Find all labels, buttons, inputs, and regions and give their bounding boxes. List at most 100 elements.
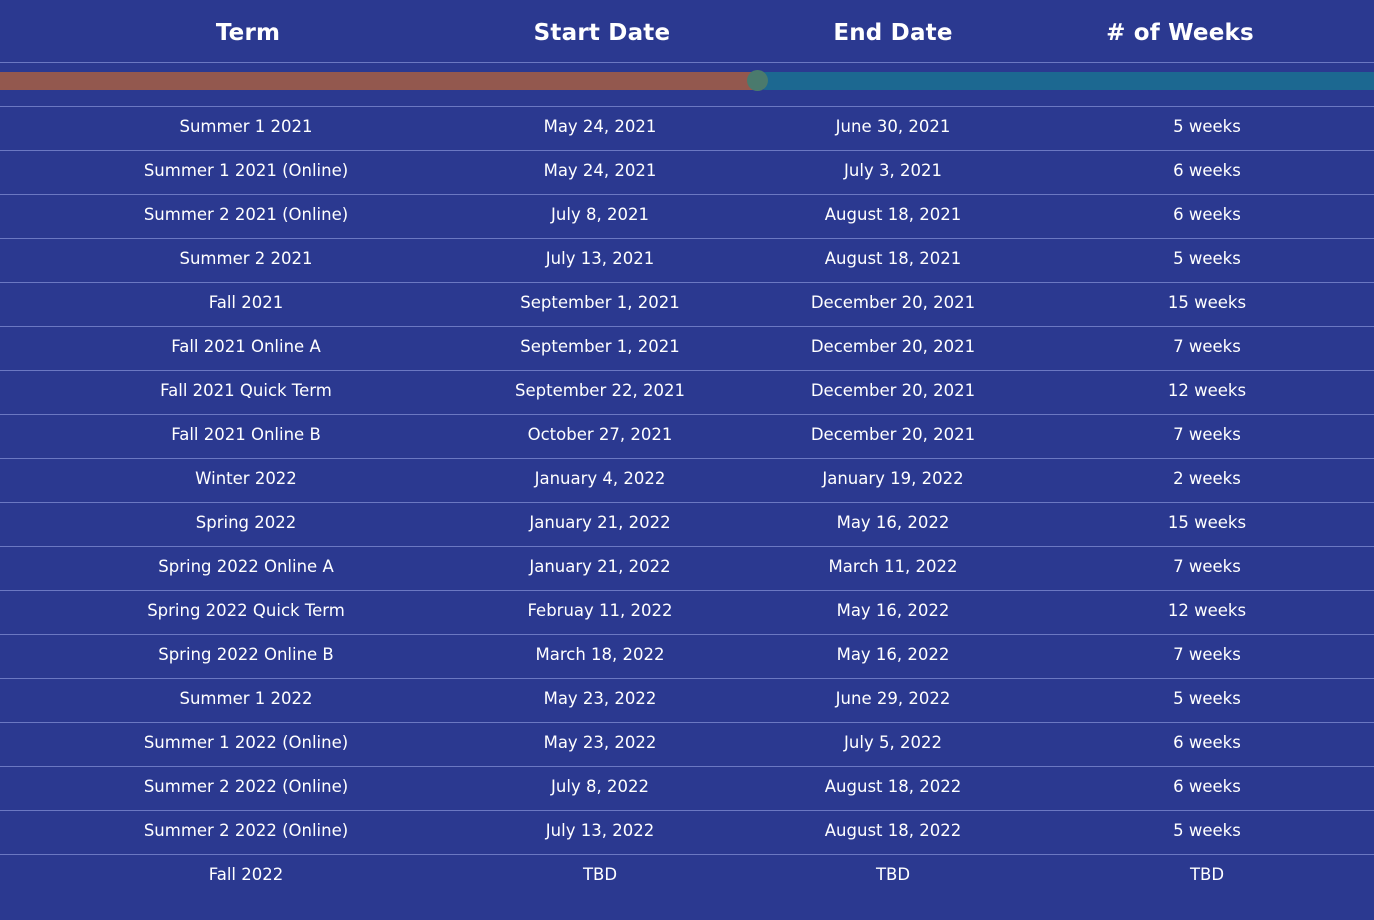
table-row: Summer 2 2022 (Online) July 13, 2022 Augus… xyxy=(0,811,1374,855)
end-date-cell: August 18, 2021 xyxy=(824,205,962,224)
progress-filled xyxy=(0,72,757,90)
end-date-cell: January 19, 2022 xyxy=(822,469,964,488)
table-row: Spring 2022 Online A January 21, 2022 Marc… xyxy=(0,547,1374,591)
weeks-cell: 7 weeks xyxy=(1173,557,1241,576)
table-row: Fall 2021 Online A September 1, 2021 Decem… xyxy=(0,327,1374,371)
header-term: Term xyxy=(215,20,281,46)
table-row: Summer 2 2021 July 13, 2021 August 18, 202… xyxy=(0,239,1374,283)
header-start-date: Start Date xyxy=(533,20,671,46)
term-cell: Spring 2022 xyxy=(195,513,297,532)
term-cell: Spring 2022 Quick Term xyxy=(147,601,345,620)
start-date-cell: May 23, 2022 xyxy=(543,733,657,752)
start-date-cell: September 1, 2021 xyxy=(520,337,680,356)
end-date-cell: December 20, 2021 xyxy=(810,337,976,356)
term-schedule-page: Term Start Date End Date # of Weeks Summ… xyxy=(0,0,1374,920)
weeks-cell: 6 weeks xyxy=(1173,205,1241,224)
progress-knob[interactable] xyxy=(747,70,768,91)
start-date-cell: Februay 11, 2022 xyxy=(527,601,673,620)
start-date-cell: September 22, 2021 xyxy=(515,381,685,400)
start-date-cell: TBD xyxy=(582,865,618,884)
table-row: Summer 2 2021 (Online) July 8, 2021 August… xyxy=(0,195,1374,239)
table-row: Fall 2021 September 1, 2021 December 20, 2… xyxy=(0,283,1374,327)
weeks-cell: 12 weeks xyxy=(1167,381,1247,400)
table-header: Term Start Date End Date # of Weeks xyxy=(0,0,1374,63)
header-weeks: # of Weeks xyxy=(1106,20,1254,46)
table-row: Fall 2022 TBD TBD TBD xyxy=(0,855,1374,898)
start-date-cell: January 21, 2022 xyxy=(529,513,671,532)
table-body: Summer 1 2021 May 24, 2021 June 30, 2021 5 … xyxy=(0,107,1374,898)
weeks-cell: 7 weeks xyxy=(1173,645,1241,664)
term-cell: Summer 2 2021 (Online) xyxy=(143,205,349,224)
end-date-cell: June 30, 2021 xyxy=(835,117,951,136)
table-row: Winter 2022 January 4, 2022 January 19, 20… xyxy=(0,459,1374,503)
start-date-cell: July 8, 2021 xyxy=(551,205,649,224)
start-date-cell: July 8, 2022 xyxy=(551,777,649,796)
end-date-cell: June 29, 2022 xyxy=(835,689,951,708)
end-date-cell: December 20, 2021 xyxy=(810,425,976,444)
term-cell: Summer 2 2022 (Online) xyxy=(143,777,349,796)
end-date-cell: August 18, 2022 xyxy=(824,777,962,796)
term-cell: Summer 2 2022 (Online) xyxy=(143,821,349,840)
table-row: Fall 2021 Online B October 27, 2021 Decemb… xyxy=(0,415,1374,459)
end-date-cell: May 16, 2022 xyxy=(836,601,950,620)
term-cell: Winter 2022 xyxy=(195,469,297,488)
start-date-cell: July 13, 2022 xyxy=(545,821,655,840)
term-cell: Spring 2022 Online A xyxy=(158,557,334,576)
term-cell: Summer 1 2021 (Online) xyxy=(143,161,349,180)
start-date-cell: July 13, 2021 xyxy=(545,249,655,268)
weeks-cell: 2 weeks xyxy=(1173,469,1241,488)
start-date-cell: January 4, 2022 xyxy=(534,469,666,488)
weeks-cell: 6 weeks xyxy=(1173,161,1241,180)
end-date-cell: May 16, 2022 xyxy=(836,645,950,664)
start-date-cell: March 18, 2022 xyxy=(535,645,665,664)
weeks-cell: 15 weeks xyxy=(1167,293,1247,312)
table-row: Summer 2 2022 (Online) July 8, 2022 August… xyxy=(0,767,1374,811)
weeks-cell: 5 weeks xyxy=(1173,249,1241,268)
term-cell: Fall 2022 xyxy=(208,865,284,884)
start-date-cell: January 21, 2022 xyxy=(529,557,671,576)
start-date-cell: May 24, 2021 xyxy=(543,117,657,136)
weeks-cell: 5 weeks xyxy=(1173,117,1241,136)
end-date-cell: August 18, 2022 xyxy=(824,821,962,840)
term-cell: Spring 2022 Online B xyxy=(158,645,334,664)
weeks-cell: 7 weeks xyxy=(1173,425,1241,444)
table-row: Summer 1 2022 May 23, 2022 June 29, 2022 5 … xyxy=(0,679,1374,723)
end-date-cell: TBD xyxy=(875,865,911,884)
start-date-cell: September 1, 2021 xyxy=(520,293,680,312)
end-date-cell: March 11, 2022 xyxy=(828,557,958,576)
table-row: Spring 2022 Quick Term Februay 11, 2022 Ma… xyxy=(0,591,1374,635)
table-row: Spring 2022 Online B March 18, 2022 May 16… xyxy=(0,635,1374,679)
end-date-cell: August 18, 2021 xyxy=(824,249,962,268)
table-row: Summer 1 2021 May 24, 2021 June 30, 2021 5 … xyxy=(0,107,1374,151)
table-row: Fall 2021 Quick Term September 22, 2021 De… xyxy=(0,371,1374,415)
table-row: Spring 2022 January 21, 2022 May 16, 2022 1… xyxy=(0,503,1374,547)
end-date-cell: July 3, 2021 xyxy=(844,161,942,180)
start-date-cell: October 27, 2021 xyxy=(527,425,673,444)
end-date-cell: December 20, 2021 xyxy=(810,293,976,312)
weeks-cell: 5 weeks xyxy=(1173,821,1241,840)
weeks-cell: 12 weeks xyxy=(1167,601,1247,620)
term-cell: Fall 2021 Online B xyxy=(171,425,321,444)
scroll-progress-bar xyxy=(0,63,1374,107)
table-row: Summer 1 2022 (Online) May 23, 2022 July 5… xyxy=(0,723,1374,767)
weeks-cell: 6 weeks xyxy=(1173,777,1241,796)
term-cell: Summer 1 2022 (Online) xyxy=(143,733,349,752)
end-date-cell: May 16, 2022 xyxy=(836,513,950,532)
term-cell: Summer 1 2021 xyxy=(179,117,313,136)
weeks-cell: 15 weeks xyxy=(1167,513,1247,532)
header-end-date: End Date xyxy=(833,20,953,46)
table-row: Summer 1 2021 (Online) May 24, 2021 July 3… xyxy=(0,151,1374,195)
term-cell: Fall 2021 xyxy=(208,293,284,312)
weeks-cell: 7 weeks xyxy=(1173,337,1241,356)
term-cell: Summer 2 2021 xyxy=(179,249,313,268)
weeks-cell: 5 weeks xyxy=(1173,689,1241,708)
weeks-cell: 6 weeks xyxy=(1173,733,1241,752)
weeks-cell: TBD xyxy=(1189,865,1225,884)
progress-remaining xyxy=(757,72,1374,90)
end-date-cell: July 5, 2022 xyxy=(844,733,942,752)
start-date-cell: May 24, 2021 xyxy=(543,161,657,180)
term-cell: Fall 2021 Online A xyxy=(171,337,321,356)
term-cell: Fall 2021 Quick Term xyxy=(160,381,332,400)
end-date-cell: December 20, 2021 xyxy=(810,381,976,400)
start-date-cell: May 23, 2022 xyxy=(543,689,657,708)
